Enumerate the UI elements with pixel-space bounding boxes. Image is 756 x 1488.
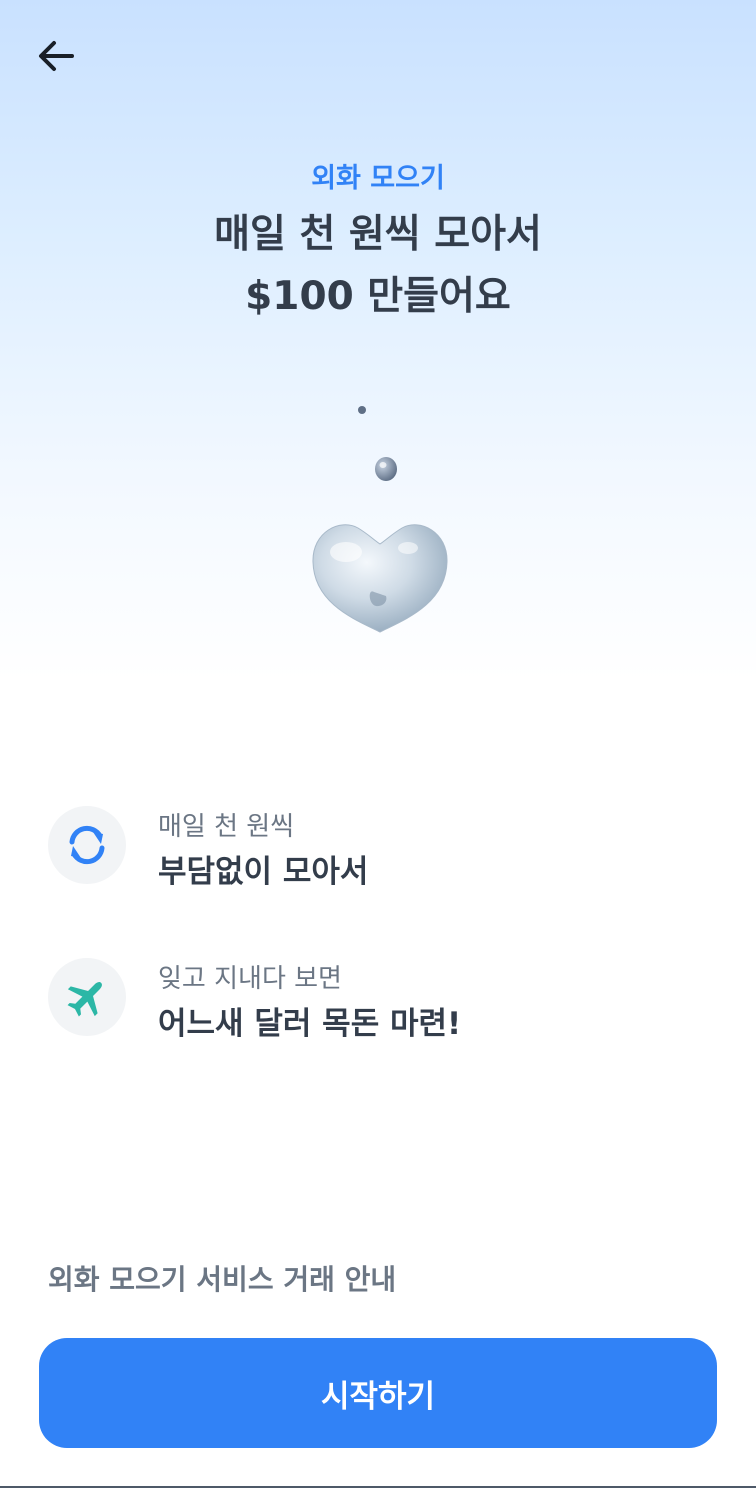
- start-button[interactable]: 시작하기: [39, 1338, 717, 1448]
- feature-item-save-daily: 매일 천 원씩 부담없이 모아서: [48, 806, 708, 890]
- airplane-icon: [67, 982, 102, 1017]
- page-title: 매일 천 원씩 모아서 $100 만들어요: [0, 204, 756, 328]
- hero-label: 외화 모으기: [311, 163, 445, 194]
- back-button[interactable]: [28, 28, 84, 84]
- refresh-icon: [69, 825, 105, 865]
- page-title-line-1: 매일 천 원씩 모아서: [214, 212, 542, 257]
- arrow-left-icon: [39, 41, 74, 71]
- feature-icon-circle: [48, 958, 126, 1036]
- heart-drop-icon: [312, 524, 448, 633]
- small-drop-icon: [358, 406, 366, 414]
- feature-subtitle: 매일 천 원씩: [158, 812, 295, 842]
- feature-title: 어느새 달러 목돈 마련!: [158, 1006, 462, 1042]
- medium-drop-icon: [375, 457, 397, 481]
- feature-icon-circle: [48, 806, 126, 884]
- page-title-line-2: $100 만들어요: [245, 274, 511, 319]
- feature-item-dollar-savings: 잊고 지내다 보면 어느새 달러 목돈 마련!: [48, 958, 708, 1042]
- service-notice-link[interactable]: 외화 모으기 서비스 거래 안내: [48, 1258, 396, 1298]
- feature-subtitle: 잊고 지내다 보면: [158, 964, 342, 994]
- feature-title: 부담없이 모아서: [158, 854, 369, 890]
- water-drop-heart-icon: [296, 392, 464, 642]
